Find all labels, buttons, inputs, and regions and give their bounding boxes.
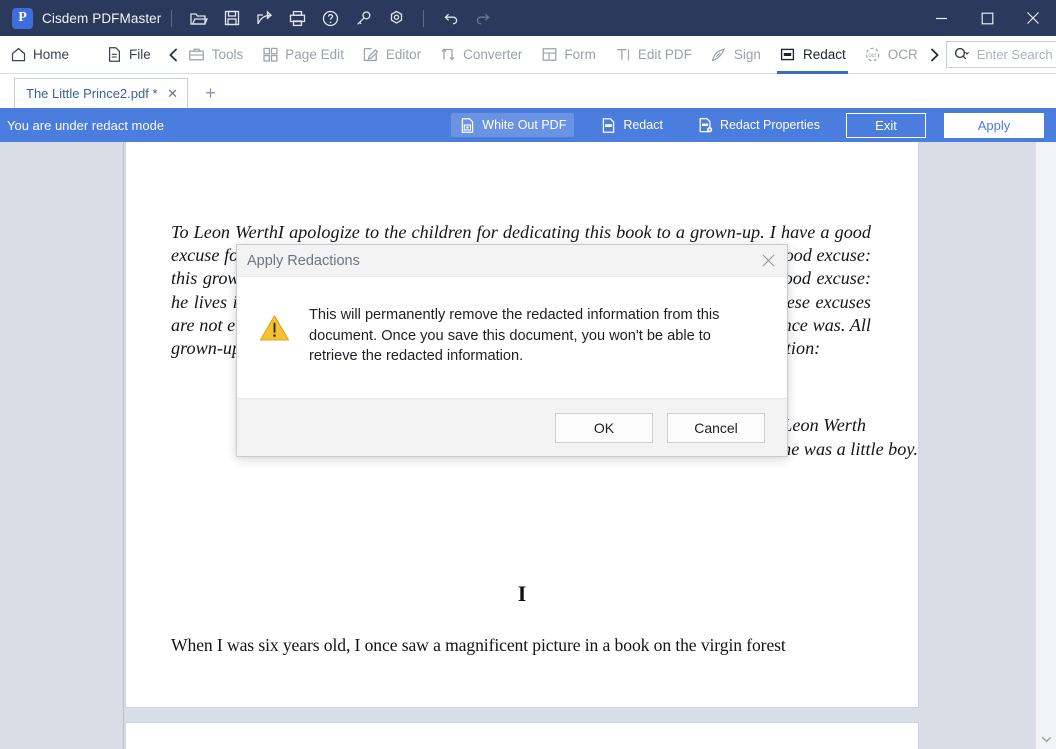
close-icon[interactable]: [1010, 0, 1056, 36]
page-header-cutoff-text: The Little Prince: [481, 142, 711, 146]
ribbon-item-form-label: Form: [564, 47, 596, 62]
settings-icon[interactable]: [382, 4, 411, 33]
ribbon-item-file[interactable]: File: [96, 36, 160, 74]
ribbon-item-edit-pdf-label: Edit PDF: [637, 47, 692, 62]
redact-properties-button[interactable]: Redact Properties: [689, 113, 828, 137]
ribbon-item-redact[interactable]: Redact: [770, 36, 855, 74]
search-input[interactable]: [974, 46, 1056, 63]
dialog-title-bar: Apply Redactions: [237, 245, 787, 277]
cancel-button[interactable]: Cancel: [667, 412, 765, 443]
search-dropdown-icon[interactable]: [953, 46, 970, 64]
ribbon-item-file-label: File: [129, 47, 151, 62]
redact-mode-message: You are under redact mode: [7, 117, 165, 133]
pdf-page-2[interactable]: [125, 722, 919, 749]
pencil-icon: [362, 46, 380, 64]
help-icon[interactable]: [316, 4, 345, 33]
undo-icon[interactable]: [436, 4, 465, 33]
close-icon[interactable]: [749, 245, 787, 277]
apply-redactions-dialog: Apply Redactions This will permanently r…: [236, 244, 788, 457]
chevron-down-icon[interactable]: [1036, 729, 1056, 749]
share-icon[interactable]: [250, 4, 279, 33]
ribbon-item-tools-label: Tools: [211, 47, 244, 62]
redact-properties-label: Redact Properties: [719, 118, 820, 132]
chevron-left-icon[interactable]: [168, 36, 179, 74]
ribbon-item-sign[interactable]: Sign: [701, 36, 770, 74]
dialog-footer: OK Cancel: [237, 398, 787, 456]
redact-action-group: Exit Apply: [846, 112, 1044, 138]
ribbon-item-edit-pdf[interactable]: Edit PDF: [605, 36, 701, 74]
redo-icon[interactable]: [469, 4, 498, 33]
ok-button[interactable]: OK: [555, 412, 653, 443]
toolbox-icon: [188, 46, 206, 64]
document-chapter-heading: I: [517, 581, 527, 606]
new-tab-button[interactable]: +: [201, 83, 221, 103]
window-controls: [918, 0, 1056, 36]
apply-button[interactable]: Apply: [944, 112, 1044, 138]
redact-icon: [779, 46, 797, 64]
app-logo-letter: P: [18, 10, 27, 25]
convert-icon: [439, 46, 457, 64]
exit-button[interactable]: Exit: [846, 112, 926, 138]
app-title: Cisdem PDFMaster: [42, 10, 162, 26]
home-icon: [9, 46, 27, 64]
document-tab-strip: The Little Prince2.pdf * ✕ +: [0, 74, 1056, 108]
open-folder-icon[interactable]: [184, 4, 213, 33]
print-icon[interactable]: [283, 4, 312, 33]
redact-button[interactable]: Redact: [592, 113, 671, 137]
ribbon-item-editor-label: Editor: [385, 47, 422, 62]
ribbon-item-editor[interactable]: Editor: [353, 36, 430, 74]
ocr-icon: ocr: [864, 46, 882, 64]
ribbon-item-ocr[interactable]: ocr OCR: [855, 36, 927, 74]
white-out-pdf-button[interactable]: White Out PDF: [451, 113, 575, 137]
white-out-icon: [459, 117, 476, 134]
redact-properties-icon: [697, 117, 714, 134]
main-toolbar: Home File Tools Page Edit Editor Convert…: [0, 36, 1056, 74]
redact-box-icon: [600, 117, 617, 134]
title-bar: P Cisdem PDFMaster: [0, 0, 1056, 36]
titlebar-divider-1: [171, 9, 173, 27]
application-window: P Cisdem PDFMaster Home File Tools Page …: [0, 0, 1056, 749]
vertical-scrollbar[interactable]: [1035, 142, 1056, 749]
ribbon-item-home-label: Home: [33, 47, 70, 62]
ribbon-item-home[interactable]: Home: [0, 36, 78, 74]
ribbon-item-page-edit-label: Page Edit: [285, 47, 344, 62]
ribbon-item-converter-label: Converter: [463, 47, 523, 62]
pen-nib-icon: [710, 46, 728, 64]
ribbon-item-redact-label: Redact: [802, 47, 846, 62]
document-tab-label: The Little Prince2.pdf *: [26, 86, 158, 101]
document-tab[interactable]: The Little Prince2.pdf * ✕: [14, 78, 188, 108]
search-box[interactable]: [945, 41, 1056, 68]
redact-button-label: Redact: [623, 118, 663, 132]
minimize-icon[interactable]: [918, 0, 964, 36]
grid-icon: [261, 46, 279, 64]
svg-text:ocr: ocr: [869, 53, 877, 59]
white-out-pdf-label: White Out PDF: [482, 118, 567, 132]
chevron-right-icon[interactable]: [929, 36, 940, 74]
document-paragraph-2: When I was six years old, I once saw a m…: [171, 635, 786, 655]
ribbon-item-form[interactable]: Form: [531, 36, 605, 74]
redact-mode-bar: You are under redact mode White Out PDF …: [0, 108, 1056, 142]
redact-tool-group: White Out PDF Redact Redact Properties: [451, 113, 846, 137]
dialog-body: This will permanently remove the redacte…: [237, 277, 787, 398]
ribbon-item-converter[interactable]: Converter: [430, 36, 531, 74]
key-icon[interactable]: [349, 4, 378, 33]
dialog-title: Apply Redactions: [247, 252, 360, 269]
form-icon: [540, 46, 558, 64]
titlebar-divider-2: [423, 9, 425, 27]
ribbon-item-ocr-label: OCR: [887, 47, 918, 62]
thumbnail-side-panel[interactable]: [0, 142, 124, 749]
text-tool-icon: [614, 46, 632, 64]
ribbon-item-page-edit[interactable]: Page Edit: [252, 36, 353, 74]
file-icon: [105, 46, 123, 64]
save-icon[interactable]: [217, 4, 246, 33]
close-icon[interactable]: ✕: [166, 87, 180, 100]
maximize-icon[interactable]: [964, 0, 1010, 36]
page-header-cutoff: The Little Prince: [481, 142, 711, 151]
warning-triangle-icon: [259, 314, 293, 398]
ribbon-item-sign-label: Sign: [733, 47, 761, 62]
ribbon-item-tools[interactable]: Tools: [179, 36, 253, 74]
app-logo-icon: P: [12, 7, 33, 29]
dialog-message: This will permanently remove the redacte…: [309, 307, 720, 364]
